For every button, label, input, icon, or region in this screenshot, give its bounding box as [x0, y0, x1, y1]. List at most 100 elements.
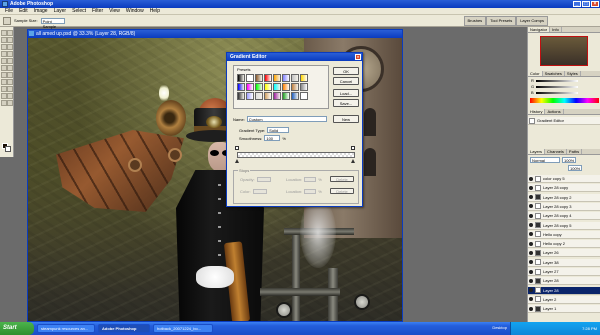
gradient-preset-swatch[interactable]	[246, 92, 254, 100]
gradient-preset-swatch[interactable]	[255, 92, 263, 100]
layer-row[interactable]: Layer 1	[528, 305, 600, 314]
menu-view[interactable]: View	[106, 8, 123, 15]
tab-channels[interactable]: Channels	[545, 149, 567, 154]
eyedropper-tool-icon[interactable]	[7, 93, 13, 99]
layer-fill-input[interactable]: 100%	[568, 165, 582, 171]
well-tab-tool-presets[interactable]: Tool Presets	[486, 16, 517, 26]
tab-color[interactable]: Color	[528, 71, 543, 76]
maximize-button[interactable]: □	[582, 1, 590, 7]
gradient-preset-swatch[interactable]	[291, 83, 299, 91]
layer-row[interactable]: color copy 5	[528, 175, 600, 183]
eye-icon[interactable]	[529, 213, 533, 218]
smoothness-input[interactable]: 100	[264, 135, 281, 141]
layer-row[interactable]: Layer 26	[528, 249, 600, 258]
eye-icon[interactable]	[529, 232, 533, 237]
minimize-button[interactable]: _	[573, 1, 581, 7]
document-title-bar[interactable]: all amed up.psd @ 33.3% (Layer 28, RGB/8…	[28, 30, 402, 38]
background-color-swatch[interactable]	[5, 146, 11, 152]
color-spectrum-bar[interactable]	[530, 98, 599, 103]
start-button[interactable]: Start	[0, 322, 34, 335]
eye-icon[interactable]	[529, 185, 533, 190]
gradient-preset-swatch[interactable]	[300, 83, 308, 91]
menu-filter[interactable]: Filter	[89, 8, 106, 15]
gradient-preset-swatch[interactable]	[255, 83, 263, 91]
ok-button[interactable]: OK	[333, 67, 359, 75]
layer-row[interactable]: Layer 28 copy 5	[528, 221, 600, 230]
well-tab-brushes[interactable]: Brushes	[463, 16, 487, 26]
magic-wand-tool-icon[interactable]	[7, 37, 13, 43]
tab-navigator[interactable]: Navigator	[528, 27, 551, 32]
gradient-type-select[interactable]: Solid	[267, 127, 290, 133]
opacity-stop-right[interactable]	[351, 146, 355, 150]
taskbar-item-photoshop[interactable]: Adobe Photoshop	[98, 324, 150, 333]
menu-layer[interactable]: Layer	[51, 8, 70, 15]
history-brush-tool-icon[interactable]	[7, 58, 13, 64]
dialog-title-bar[interactable]: Gradient Editor ×	[227, 53, 362, 61]
gradient-preset-swatch[interactable]	[264, 92, 272, 100]
color-stop-left[interactable]	[235, 159, 239, 163]
slice-tool-icon[interactable]	[7, 44, 13, 50]
layer-row[interactable]: Layer 28 copy 4	[528, 212, 600, 221]
eye-icon[interactable]	[529, 204, 533, 209]
layer-row[interactable]: Layer 38	[528, 258, 600, 267]
gradient-preset-swatch[interactable]	[246, 74, 254, 82]
tab-styles[interactable]: Styles	[565, 71, 581, 76]
color-delete-button[interactable]: Delete	[330, 188, 354, 194]
taskbar-item-browser[interactable]: steampunk resources an...	[37, 324, 95, 333]
eye-icon[interactable]	[529, 176, 533, 181]
menu-window[interactable]: Window	[123, 8, 147, 15]
layer-opacity-input[interactable]: 100%	[562, 157, 576, 163]
tab-actions[interactable]: Actions	[545, 109, 564, 114]
menu-image[interactable]: Image	[31, 8, 51, 15]
history-state[interactable]: Gradient Editor	[528, 117, 600, 125]
well-tab-layer-comps[interactable]: Layer Comps	[516, 16, 548, 26]
gradient-preset-swatch[interactable]	[237, 74, 245, 82]
gradient-preset-swatch[interactable]	[273, 83, 281, 91]
gradient-preset-swatch[interactable]	[246, 83, 254, 91]
dialog-close-button[interactable]: ×	[355, 54, 361, 60]
tool-preset-picker[interactable]	[3, 16, 11, 25]
gradient-preset-swatch[interactable]	[273, 74, 281, 82]
desktop-toolbar-label[interactable]: Desktop	[492, 325, 507, 330]
eye-icon[interactable]	[529, 241, 533, 246]
gradient-preset-swatch[interactable]	[255, 74, 263, 82]
gradient-preset-swatch[interactable]	[282, 74, 290, 82]
gradient-preset-swatch[interactable]	[300, 74, 308, 82]
tab-info[interactable]: Info	[550, 27, 562, 32]
opacity-input[interactable]	[256, 177, 271, 182]
gradient-preset-swatch[interactable]	[291, 92, 299, 100]
gradient-preset-swatch[interactable]	[291, 74, 299, 82]
eye-icon[interactable]	[529, 250, 533, 255]
color-slider-b[interactable]: B	[531, 91, 599, 95]
dodge-tool-icon[interactable]	[7, 72, 13, 78]
color-slider-r[interactable]: R	[531, 79, 599, 83]
load-button[interactable]: Load...	[333, 89, 359, 97]
tab-layers[interactable]: Layers	[528, 149, 546, 154]
layer-row[interactable]: Layer 28 copy 3	[528, 202, 600, 211]
save-button[interactable]: Save...	[333, 99, 359, 107]
layer-row[interactable]: Hello copy	[528, 230, 600, 239]
gradient-preset-swatch[interactable]	[300, 92, 308, 100]
move-tool-icon[interactable]	[7, 30, 13, 36]
eye-icon[interactable]	[529, 223, 533, 227]
color-location-input[interactable]	[304, 189, 317, 194]
menu-help[interactable]: Help	[147, 8, 163, 15]
type-tool-icon[interactable]	[7, 79, 13, 85]
layer-row[interactable]: Layer 28	[528, 277, 600, 286]
gradient-preset-swatch[interactable]	[237, 83, 245, 91]
layer-row[interactable]: Layer 28 copy 2	[528, 193, 600, 202]
eye-icon[interactable]	[529, 297, 533, 302]
eye-icon[interactable]	[529, 278, 533, 283]
opacity-stop-left[interactable]	[235, 146, 239, 150]
color-swatch-input[interactable]	[252, 189, 267, 194]
zoom-tool-icon[interactable]	[7, 100, 13, 106]
sample-size-select[interactable]: Point Sample	[40, 17, 65, 29]
eye-icon[interactable]	[529, 269, 533, 274]
shape-tool-icon[interactable]	[7, 86, 13, 92]
name-input[interactable]: Custom	[246, 116, 327, 122]
brush-tool-icon[interactable]	[7, 51, 13, 57]
menu-file[interactable]: File	[2, 8, 16, 15]
menu-edit[interactable]: Edit	[16, 8, 31, 15]
blend-mode-select[interactable]: Normal	[530, 157, 560, 163]
gradient-preset-swatch[interactable]	[273, 92, 281, 100]
